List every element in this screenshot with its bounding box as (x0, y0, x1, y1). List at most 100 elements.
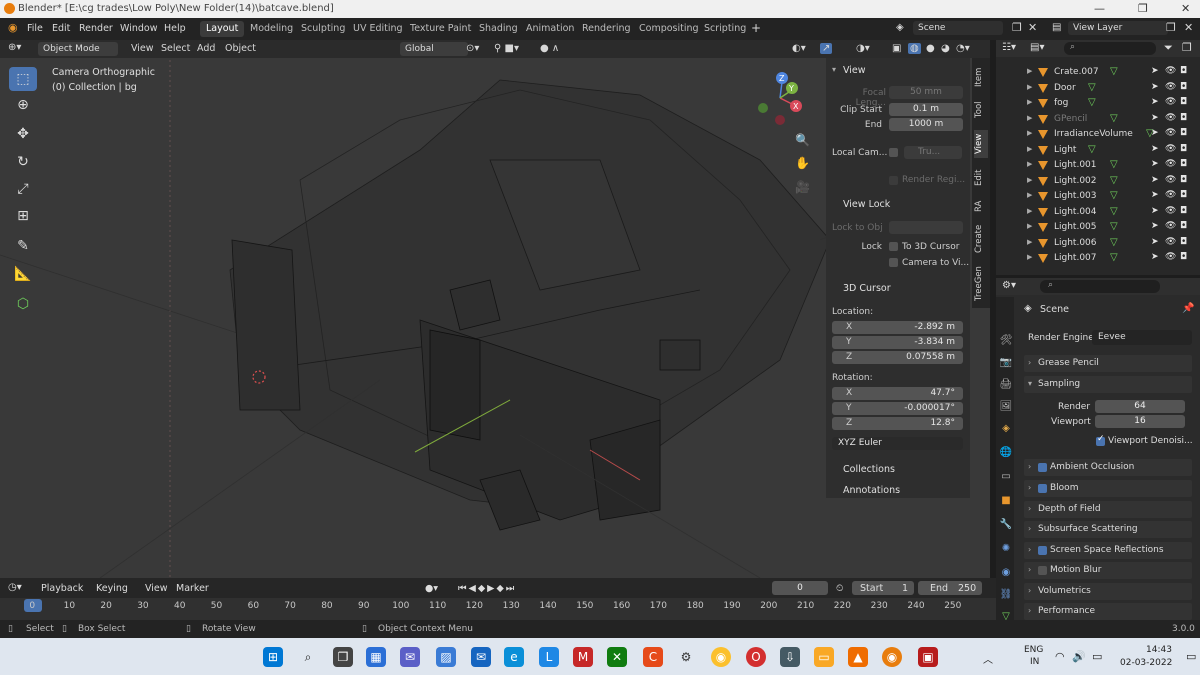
performance-panel[interactable]: › Performance (1024, 603, 1192, 620)
app-l-icon[interactable]: L (539, 647, 559, 667)
output-properties-tab-icon[interactable]: 🖨 (999, 379, 1013, 390)
eye-icon[interactable]: 👁 (1165, 237, 1176, 247)
properties-search-input[interactable] (1040, 280, 1160, 293)
outliner-item-name[interactable]: Light.005 (1054, 222, 1097, 232)
particles-tab-icon[interactable]: ✺ (999, 543, 1013, 554)
lock-to-object-field[interactable] (889, 221, 963, 234)
sampling-panel[interactable]: ▾ Sampling (1024, 376, 1192, 393)
tab-animation[interactable]: Animation (520, 21, 580, 37)
camera-render-icon[interactable]: ◘ (1180, 252, 1187, 262)
selectable-arrow-icon[interactable]: ➤ (1151, 190, 1159, 200)
opera-icon[interactable]: O (746, 647, 766, 667)
view-panel-title[interactable]: View (843, 65, 866, 76)
outliner-row[interactable]: ▶ GPencil ▽ ➤ 👁 ◘ (996, 112, 1200, 127)
camera-render-icon[interactable]: ◘ (1180, 190, 1187, 200)
move-tool-icon[interactable]: ✥ (9, 122, 37, 146)
blender-menu-icon[interactable]: ◉ (8, 21, 18, 34)
outliner-row[interactable]: ▶ Light.003 ▽ ➤ 👁 ◘ (996, 189, 1200, 204)
camera-render-icon[interactable]: ◘ (1180, 113, 1187, 123)
expand-arrow-icon[interactable]: ▶ (1027, 129, 1032, 137)
timeline[interactable]: ◷▾ Playback Keying View Marker ●▾ ⏮◀◆▶◆⏭… (0, 578, 996, 620)
battery-icon[interactable]: ▭ (1092, 650, 1102, 663)
visibility-icon[interactable]: ◐▾ (792, 43, 806, 54)
outliner-item-name[interactable]: Crate.007 (1054, 67, 1099, 77)
selectable-arrow-icon[interactable]: ➤ (1151, 175, 1159, 185)
selectable-arrow-icon[interactable]: ➤ (1151, 66, 1159, 76)
camera-render-icon[interactable]: ◘ (1180, 221, 1187, 231)
outliner-row[interactable]: ▶ Light ▽ ➤ 👁 ◘ (996, 143, 1200, 158)
shading-rendered-icon[interactable]: ◔▾ (956, 43, 970, 54)
selectable-arrow-icon[interactable]: ➤ (1151, 113, 1159, 123)
viewport-menu-add[interactable]: Add (197, 43, 215, 54)
eye-icon[interactable]: 👁 (1165, 144, 1176, 154)
camera-render-icon[interactable]: ◘ (1180, 206, 1187, 216)
volume-icon[interactable]: 🔊 (1072, 650, 1086, 663)
pan-view-icon[interactable]: ✋ (795, 156, 810, 170)
outliner-editor-icon[interactable]: ☷▾ (1002, 42, 1016, 53)
grease-pencil-panel[interactable]: › Grease Pencil (1024, 355, 1192, 372)
tab-create[interactable]: Create (974, 222, 988, 256)
annotate-tool-icon[interactable]: ✎ (9, 234, 37, 258)
minimize-button[interactable]: — (1094, 2, 1105, 15)
modifier-tab-icon[interactable]: 🔧 (999, 519, 1013, 530)
annotations-panel-title[interactable]: Annotations (843, 485, 900, 496)
clock-time[interactable]: 14:43 (1146, 645, 1172, 655)
camera-render-icon[interactable]: ◘ (1180, 66, 1187, 76)
tab-view[interactable]: View (974, 130, 988, 158)
photos-icon[interactable]: ▨ (436, 647, 456, 667)
vlc-icon[interactable]: ▲ (848, 647, 868, 667)
camera-to-view-checkbox[interactable] (889, 258, 898, 267)
settings-gear-icon[interactable]: ⚙ (676, 647, 696, 667)
outliner-item-name[interactable]: Light.001 (1054, 160, 1097, 170)
current-frame-field[interactable]: 0 (772, 581, 828, 595)
search-icon[interactable]: ⌕ (298, 647, 318, 667)
mail-icon[interactable]: ✉ (471, 647, 491, 667)
physics-tab-icon[interactable]: ◉ (999, 567, 1013, 578)
camera-view-icon[interactable]: 🎥 (795, 180, 810, 194)
eye-icon[interactable]: 👁 (1165, 113, 1176, 123)
snap-icon[interactable]: ⚲ ■▾ (494, 43, 519, 54)
transform-orientation-selector[interactable]: Global (400, 42, 468, 56)
clip-end-field[interactable]: 1000 m (889, 118, 963, 131)
tab-treegen[interactable]: TreeGen (974, 264, 988, 304)
edge-icon[interactable]: e (504, 647, 524, 667)
outliner-row[interactable]: ▶ Light.007 ▽ ➤ 👁 ◘ (996, 251, 1200, 266)
new-collection-icon[interactable]: ❐ (1182, 41, 1192, 54)
selectable-arrow-icon[interactable]: ➤ (1151, 159, 1159, 169)
tab-scripting[interactable]: Scripting (698, 21, 752, 37)
subsurface-scattering-panel[interactable]: › Subsurface Scattering (1024, 521, 1192, 538)
selectable-arrow-icon[interactable]: ➤ (1151, 221, 1159, 231)
motion-blur-checkbox[interactable] (1038, 566, 1047, 575)
render-region-checkbox[interactable] (889, 176, 898, 185)
3d-cursor-title[interactable]: 3D Cursor (843, 283, 891, 294)
eye-icon[interactable]: 👁 (1165, 97, 1176, 107)
timeline-menu-playback[interactable]: Playback (41, 583, 83, 594)
add-workspace-button[interactable]: + (751, 21, 761, 35)
menu-window[interactable]: Window (120, 23, 157, 34)
expand-arrow-icon[interactable]: ▶ (1027, 98, 1032, 106)
menu-edit[interactable]: Edit (52, 23, 70, 34)
outliner-item-name[interactable]: Door (1054, 83, 1076, 93)
chrome-icon[interactable]: ◉ (711, 647, 731, 667)
eye-icon[interactable]: 👁 (1165, 66, 1176, 76)
outliner-item-name[interactable]: Light.002 (1054, 176, 1097, 186)
camera-render-icon[interactable]: ◘ (1180, 159, 1187, 169)
viewport-denoise-checkbox[interactable] (1096, 434, 1105, 446)
screen-space-reflections-panel[interactable]: › Screen Space Reflections (1024, 542, 1192, 559)
shading-wireframe-icon[interactable]: ◍ (908, 43, 921, 54)
viewport-menu-view[interactable]: View (131, 43, 154, 54)
tab-compositing[interactable]: Compositing (633, 21, 705, 37)
scale-tool-icon[interactable]: ⤢ (9, 177, 37, 201)
outliner-item-name[interactable]: Light.003 (1054, 191, 1097, 201)
mode-selector[interactable]: Object Mode (38, 42, 118, 56)
tab-tool[interactable]: Tool (974, 98, 988, 122)
selectable-arrow-icon[interactable]: ➤ (1151, 144, 1159, 154)
menu-render[interactable]: Render (79, 23, 113, 34)
overlays-icon[interactable]: ◑▾ (856, 43, 870, 54)
expand-arrow-icon[interactable]: ▶ (1027, 67, 1032, 75)
selectable-arrow-icon[interactable]: ➤ (1151, 128, 1159, 138)
eye-icon[interactable]: 👁 (1165, 159, 1176, 169)
new-view-layer-icon[interactable]: ❐ (1166, 21, 1176, 34)
view-lock-title[interactable]: View Lock (843, 199, 890, 210)
app-c-icon[interactable]: C (643, 647, 663, 667)
